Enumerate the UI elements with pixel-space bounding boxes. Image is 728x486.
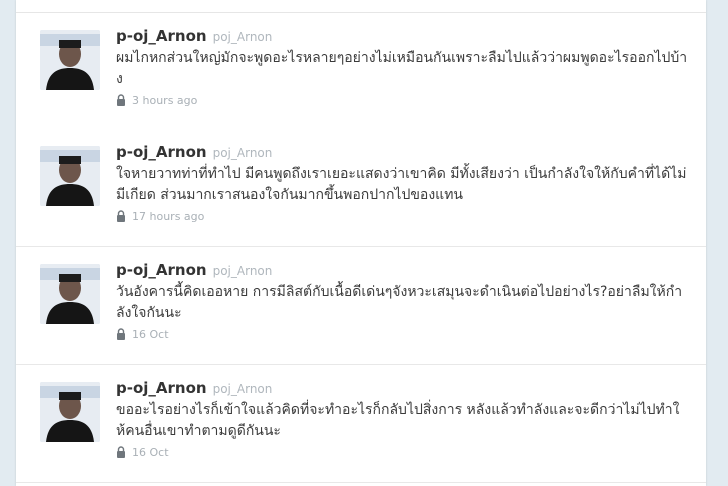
handle[interactable]: poj_Arnon <box>213 30 273 44</box>
user-avatar-icon[interactable] <box>40 30 100 90</box>
handle[interactable]: poj_Arnon <box>213 264 273 278</box>
avatar-photo <box>40 146 100 206</box>
tweet-meta: 3 hours ago <box>116 93 688 109</box>
tweet-text: ผมไกหกส่วนใหญ่มักจะพูดอะไรหลายๆอย่างไม่เ… <box>116 50 688 87</box>
tweet-body: p-oj_Arnon poj_Arnon ผมไกหกส่วนใหญ่มักจะพ… <box>116 26 688 109</box>
tweet-item[interactable]: p-oj_Arnon poj_Arnon ขออะไรอย่างไรก็เข้าใ… <box>16 366 706 483</box>
tweet-body: p-oj_Arnon poj_Arnon ใจหายวาทท่าที่ทำไป ม… <box>116 142 688 225</box>
timeline: p-oj_Arnon poj_Arnon ผมไกหกส่วนใหญ่มักจะพ… <box>16 0 706 486</box>
lock-icon <box>117 328 125 340</box>
tweet-item[interactable]: p-oj_Arnon poj_Arnon ใจหายวาทท่าที่ทำไป ม… <box>16 130 706 247</box>
tweet-text: วันอังคารนี้คิดเออหาย การมีลิสต์กับเนื้อ… <box>116 284 683 321</box>
user-avatar-icon[interactable] <box>40 146 100 206</box>
tweet-body: p-oj_Arnon poj_Arnon ขออะไรอย่างไรก็เข้าใ… <box>116 378 688 461</box>
previous-tweet-edge <box>16 0 706 13</box>
tweet-meta: 16 Oct <box>116 445 688 461</box>
handle[interactable]: poj_Arnon <box>213 382 273 396</box>
username[interactable]: p-oj_Arnon <box>116 143 207 161</box>
username[interactable]: p-oj_Arnon <box>116 27 207 45</box>
user-avatar-icon[interactable] <box>40 382 100 442</box>
lock-icon <box>117 94 125 106</box>
tweet-header: p-oj_Arnon poj_Arnon <box>116 26 688 46</box>
tweet-header: p-oj_Arnon poj_Arnon <box>116 260 688 280</box>
tweet-text: ใจหายวาทท่าที่ทำไป มีคนพูดถึงเราเยอะแสดง… <box>116 166 687 203</box>
timestamp[interactable]: 16 Oct <box>132 446 169 459</box>
avatar-photo <box>40 30 100 90</box>
tweet-meta: 16 Oct <box>116 327 688 343</box>
timestamp[interactable]: 3 hours ago <box>132 94 197 107</box>
timestamp[interactable]: 17 hours ago <box>132 210 204 223</box>
username[interactable]: p-oj_Arnon <box>116 261 207 279</box>
tweet-header: p-oj_Arnon poj_Arnon <box>116 142 688 162</box>
lock-icon <box>117 210 125 222</box>
tweet-body: p-oj_Arnon poj_Arnon วันอังคารนี้คิดเออหา… <box>116 260 688 343</box>
tweet-item[interactable]: p-oj_Arnon poj_Arnon ผมไกหกส่วนใหญ่มักจะพ… <box>16 14 706 131</box>
tweet-text: ขออะไรอย่างไรก็เข้าใจแล้วคิดที่จะทำอะไรก… <box>116 402 680 439</box>
tweet-item[interactable]: p-oj_Arnon poj_Arnon วันอังคารนี้คิดเออหา… <box>16 248 706 365</box>
lock-icon <box>117 446 125 458</box>
timestamp[interactable]: 16 Oct <box>132 328 169 341</box>
user-avatar-icon[interactable] <box>40 264 100 324</box>
tweet-meta: 17 hours ago <box>116 209 688 225</box>
tweet-header: p-oj_Arnon poj_Arnon <box>116 378 688 398</box>
handle[interactable]: poj_Arnon <box>213 146 273 160</box>
avatar-photo <box>40 264 100 324</box>
username[interactable]: p-oj_Arnon <box>116 379 207 397</box>
avatar-photo <box>40 382 100 442</box>
